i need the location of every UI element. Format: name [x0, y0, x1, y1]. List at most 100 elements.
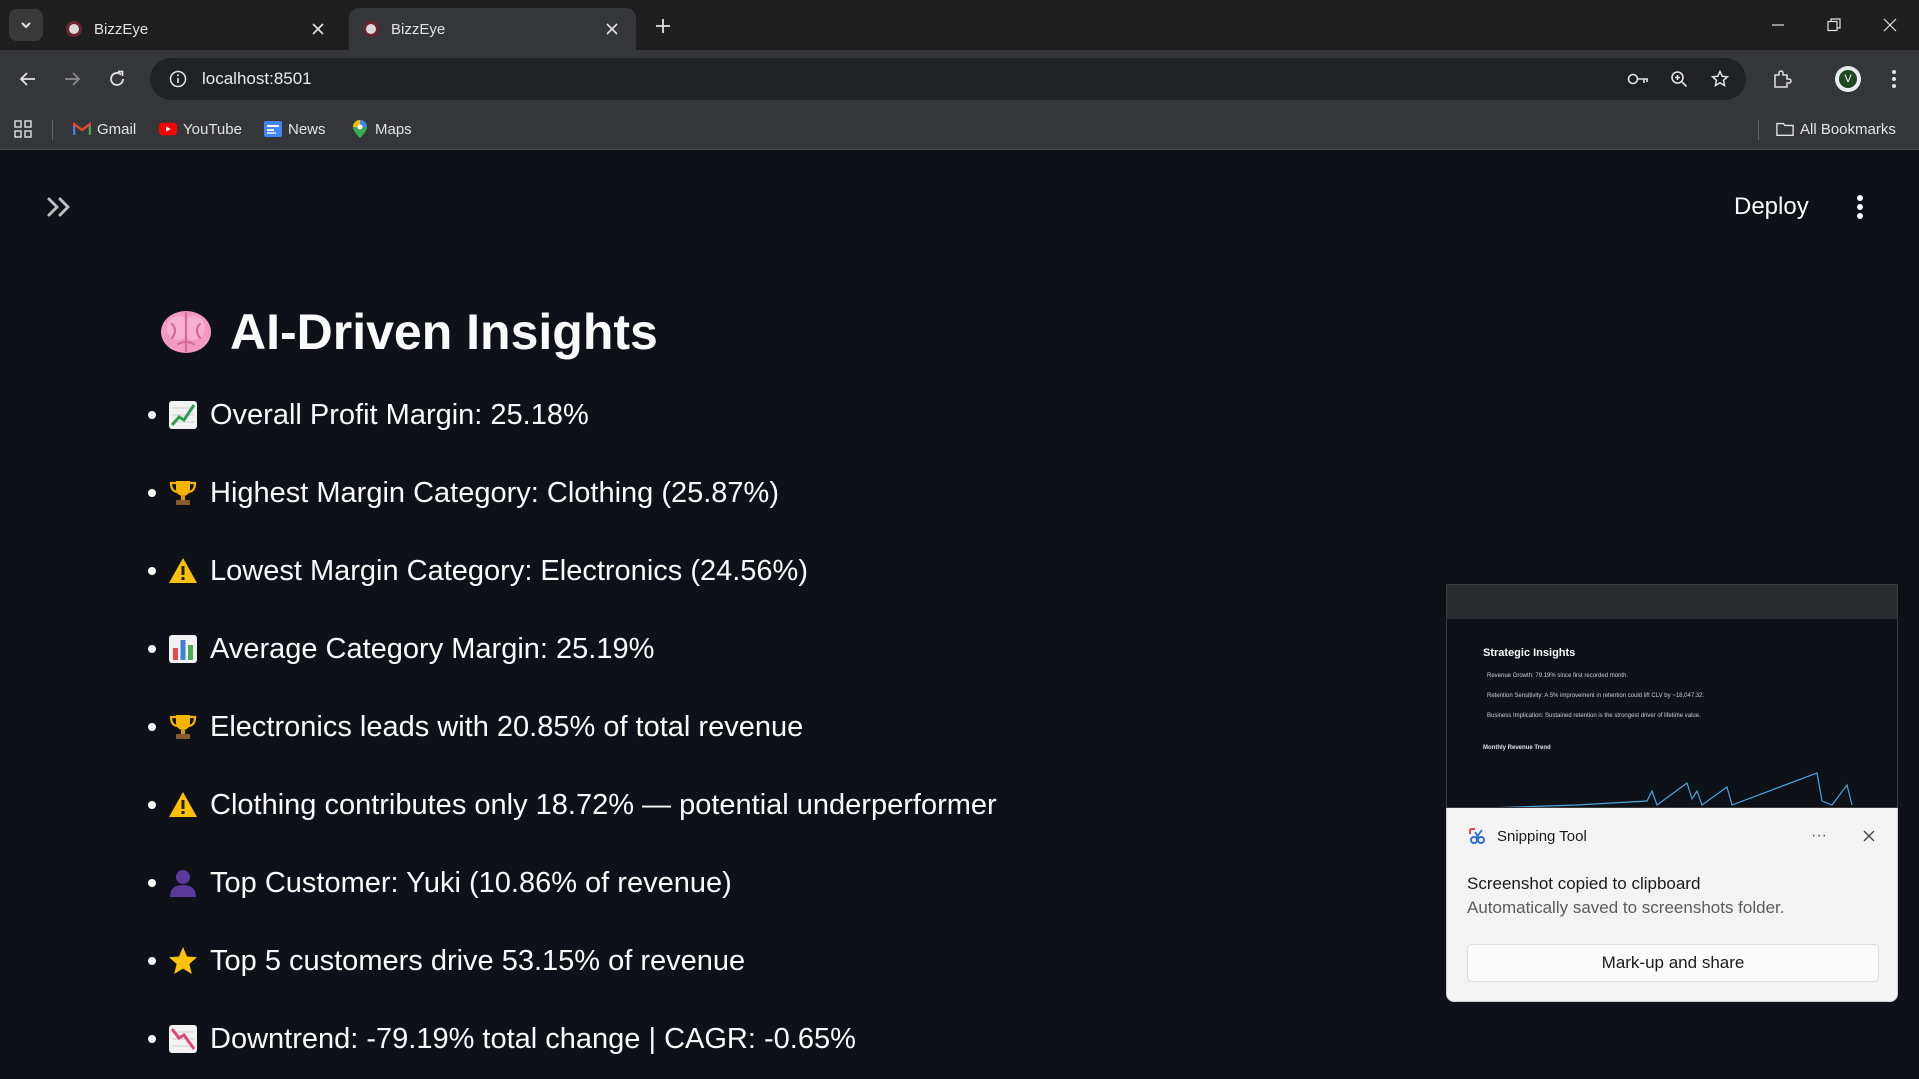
chart-decreasing-icon	[168, 1024, 198, 1054]
bookmark-gmail[interactable]: Gmail	[73, 116, 136, 142]
bookmark-label: Maps	[375, 120, 412, 138]
bullet	[148, 645, 156, 653]
main-menu-button[interactable]	[1844, 189, 1876, 225]
trophy-icon	[168, 712, 198, 742]
url-text[interactable]: localhost:8501	[202, 69, 312, 89]
reload-button[interactable]	[101, 63, 133, 95]
toast-close-button[interactable]	[1855, 822, 1883, 850]
all-bookmarks-label: All Bookmarks	[1800, 120, 1896, 138]
expand-sidebar-button[interactable]	[44, 191, 76, 223]
bullet	[148, 957, 156, 965]
insights-list: Overall Profit Margin: 25.18% Highest Ma…	[148, 376, 997, 1078]
new-tab-button[interactable]	[650, 13, 676, 39]
bookmark-label: News	[288, 120, 326, 138]
kebab-menu-icon	[1892, 70, 1896, 88]
browser-menu-button[interactable]	[1878, 63, 1910, 95]
list-item: Highest Margin Category: Clothing (25.87…	[148, 454, 997, 532]
bullet	[148, 879, 156, 887]
key-icon	[1627, 73, 1648, 85]
thumbnail-chart	[1498, 772, 1853, 807]
insight-text: Electronics leads with 20.85% of total r…	[210, 710, 804, 743]
snipping-tool-icon	[1469, 828, 1485, 844]
screenshot-thumbnail[interactable]: Strategic Insights Revenue Growth: 79.19…	[1446, 584, 1898, 808]
thumbnail-subtitle: Monthly Revenue Trend	[1483, 745, 1551, 751]
markup-and-share-button[interactable]: Mark-up and share	[1467, 944, 1879, 982]
thumbnail-browser-chrome	[1447, 585, 1897, 619]
list-item: Top 5 customers drive 53.15% of revenue	[148, 922, 997, 1000]
toast-more-button[interactable]: ···	[1805, 822, 1833, 850]
insight-text: Overall Profit Margin: 25.18%	[210, 398, 589, 431]
insight-text: Downtrend: -79.19% total change | CAGR: …	[210, 1022, 856, 1055]
profile-button[interactable]: V	[1832, 63, 1864, 95]
tab-search-button[interactable]	[9, 9, 43, 41]
maps-icon	[351, 120, 369, 138]
insight-text: Top Customer: Yuki (10.86% of revenue)	[210, 866, 732, 899]
list-item: Top Customer: Yuki (10.86% of revenue)	[148, 844, 997, 922]
chart-increasing-icon	[168, 400, 198, 430]
page-title-text: AI-Driven Insights	[230, 304, 658, 360]
bookmark-news[interactable]: News	[264, 116, 326, 142]
plus-icon	[656, 19, 670, 33]
zoom-icon	[1671, 71, 1688, 88]
deploy-button[interactable]: Deploy	[1720, 187, 1823, 227]
list-item: Downtrend: -79.19% total change | CAGR: …	[148, 1000, 997, 1078]
insight-text: Top 5 customers drive 53.15% of revenue	[210, 944, 746, 977]
bullet	[148, 411, 156, 419]
snipping-tool-notification[interactable]: Snipping Tool ··· Screenshot copied to c…	[1446, 808, 1898, 1002]
brain-icon	[161, 311, 211, 353]
bookmarks-divider	[1758, 120, 1759, 140]
password-key-button[interactable]	[1622, 63, 1654, 95]
news-icon	[264, 120, 282, 138]
browser-tab-2-active[interactable]: BizzEye	[349, 8, 636, 50]
bizzeye-favicon-icon	[66, 21, 82, 37]
bookmark-youtube[interactable]: YouTube	[159, 116, 242, 142]
close-window-button[interactable]	[1862, 0, 1918, 50]
minimize-button[interactable]	[1750, 0, 1806, 50]
thumbnail-line: Revenue Growth: 79.19% since first recor…	[1487, 673, 1629, 679]
all-bookmarks-button[interactable]: All Bookmarks	[1776, 116, 1896, 142]
warning-icon	[168, 556, 198, 586]
star-icon	[168, 946, 198, 976]
thumbnail-title: Strategic Insights	[1483, 647, 1576, 659]
apps-grid-icon	[14, 120, 32, 138]
bullet	[148, 723, 156, 731]
bullet	[148, 801, 156, 809]
bullet	[148, 567, 156, 575]
chevron-down-icon	[21, 22, 31, 29]
kebab-menu-icon	[1857, 195, 1863, 219]
toast-body: Automatically saved to screenshots folde…	[1467, 898, 1785, 917]
tab-close-button[interactable]	[602, 19, 622, 39]
avatar: V	[1835, 66, 1861, 92]
star-outline-icon	[1711, 70, 1729, 87]
address-bar[interactable]: localhost:8501	[150, 58, 1746, 100]
list-item: Lowest Margin Category: Electronics (24.…	[148, 532, 997, 610]
restore-button[interactable]	[1806, 0, 1862, 50]
site-info-button[interactable]	[158, 59, 198, 99]
gmail-icon	[73, 120, 91, 138]
extensions-button[interactable]	[1766, 63, 1798, 95]
toast-app-header: Snipping Tool	[1467, 826, 1587, 846]
page-title: AI-Driven Insights	[158, 303, 658, 361]
bookmark-label: YouTube	[183, 120, 242, 138]
insight-text: Lowest Margin Category: Electronics (24.…	[210, 554, 808, 587]
insight-text: Average Category Margin: 25.19%	[210, 632, 655, 665]
list-item: Electronics leads with 20.85% of total r…	[148, 688, 997, 766]
browser-toolbar: localhost:8501 V	[0, 50, 1919, 108]
close-icon	[606, 23, 618, 35]
apps-button[interactable]	[14, 116, 32, 142]
bookmark-label: Gmail	[97, 120, 137, 138]
list-item: Overall Profit Margin: 25.18%	[148, 376, 997, 454]
minimize-icon	[1772, 24, 1784, 26]
bookmark-maps[interactable]: Maps	[351, 116, 412, 142]
browser-tab-1[interactable]: BizzEye	[52, 8, 342, 50]
back-button[interactable]	[12, 63, 44, 95]
bullet	[148, 1035, 156, 1043]
forward-button[interactable]	[56, 63, 88, 95]
tab-title: BizzEye	[391, 20, 446, 38]
tab-close-button[interactable]	[308, 19, 328, 39]
info-icon	[169, 70, 187, 88]
insight-text: Clothing contributes only 18.72% — poten…	[210, 788, 997, 821]
zoom-button[interactable]	[1663, 63, 1695, 95]
list-item: Clothing contributes only 18.72% — poten…	[148, 766, 997, 844]
bookmark-star-button[interactable]	[1704, 63, 1736, 95]
